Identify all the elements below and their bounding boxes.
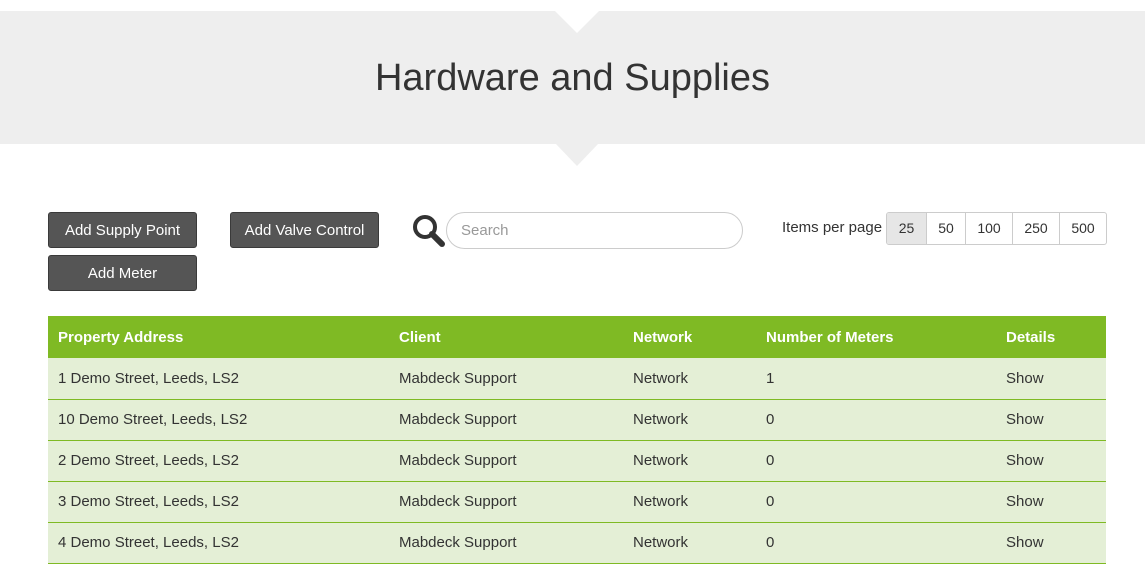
cell-property-address: 4 Demo Street, Leeds, LS2: [58, 534, 239, 551]
page-size-100-button[interactable]: 100: [966, 213, 1013, 244]
table-header-row: Property Address Client Network Number o…: [48, 316, 1106, 358]
search-icon: [410, 212, 446, 248]
items-per-page-label: Items per page: [782, 219, 883, 236]
page-size-50-button[interactable]: 50: [927, 213, 966, 244]
search-input[interactable]: [446, 212, 743, 249]
supplies-table: Property Address Client Network Number o…: [48, 316, 1106, 564]
add-valve-control-button[interactable]: Add Valve Control: [230, 212, 379, 248]
cell-property-address: 10 Demo Street, Leeds, LS2: [58, 411, 248, 428]
cell-network: Network: [633, 369, 689, 387]
cell-network: Network: [633, 452, 689, 469]
add-supply-point-button[interactable]: Add Supply Point: [48, 212, 197, 248]
cell-property-address: 2 Demo Street, Leeds, LS2: [58, 452, 239, 469]
cell-number-of-meters: 0: [766, 411, 775, 428]
cell-network: Network: [633, 493, 689, 510]
column-header-details: Details: [1006, 328, 1056, 346]
cell-client: Mabdeck Support: [399, 452, 517, 469]
cell-network: Network: [633, 534, 689, 551]
column-header-property-address[interactable]: Property Address: [48, 316, 389, 358]
page-title: Hardware and Supplies: [374, 57, 770, 99]
banner-notch-top: [555, 11, 599, 33]
cell-client: Mabdeck Support: [399, 411, 517, 428]
show-details-link[interactable]: Show: [1006, 411, 1044, 428]
show-details-link[interactable]: Show: [1006, 493, 1044, 510]
column-header-network[interactable]: Network: [623, 316, 756, 358]
supplies-table-container: Property Address Client Network Number o…: [48, 316, 1106, 564]
table-row: 1 Demo Street, Leeds, LS2 Mabdeck Suppor…: [48, 358, 1106, 399]
table-row: 2 Demo Street, Leeds, LS2 Mabdeck Suppor…: [48, 440, 1106, 481]
add-meter-button[interactable]: Add Meter: [48, 255, 197, 291]
show-details-link[interactable]: Show: [1006, 452, 1044, 469]
show-details-link[interactable]: Show: [1006, 534, 1044, 551]
page-size-250-button[interactable]: 250: [1013, 213, 1060, 244]
column-header-client[interactable]: Client: [389, 316, 623, 358]
table-row: 10 Demo Street, Leeds, LS2 Mabdeck Suppo…: [48, 399, 1106, 440]
cell-client: Mabdeck Support: [399, 369, 517, 387]
cell-property-address: 1 Demo Street, Leeds, LS2: [58, 369, 239, 387]
page-size-500-button[interactable]: 500: [1060, 213, 1106, 244]
cell-client: Mabdeck Support: [399, 493, 517, 510]
column-header-number-of-meters[interactable]: Number of Meters: [756, 316, 996, 358]
show-details-link[interactable]: Show: [1006, 370, 1044, 387]
cell-network: Network: [633, 411, 689, 428]
cell-number-of-meters: 0: [766, 452, 775, 469]
cell-number-of-meters: 1: [766, 369, 775, 387]
cell-number-of-meters: 0: [766, 493, 775, 510]
items-per-page-selector: 25 50 100 250 500: [886, 212, 1107, 245]
cell-property-address: 3 Demo Street, Leeds, LS2: [58, 493, 239, 510]
banner-notch-bottom: [556, 144, 598, 166]
page-size-25-button[interactable]: 25: [887, 213, 927, 244]
table-row: 4 Demo Street, Leeds, LS2 Mabdeck Suppor…: [48, 522, 1106, 563]
cell-number-of-meters: 0: [766, 534, 775, 551]
cell-client: Mabdeck Support: [399, 534, 517, 551]
table-row: 3 Demo Street, Leeds, LS2 Mabdeck Suppor…: [48, 481, 1106, 522]
